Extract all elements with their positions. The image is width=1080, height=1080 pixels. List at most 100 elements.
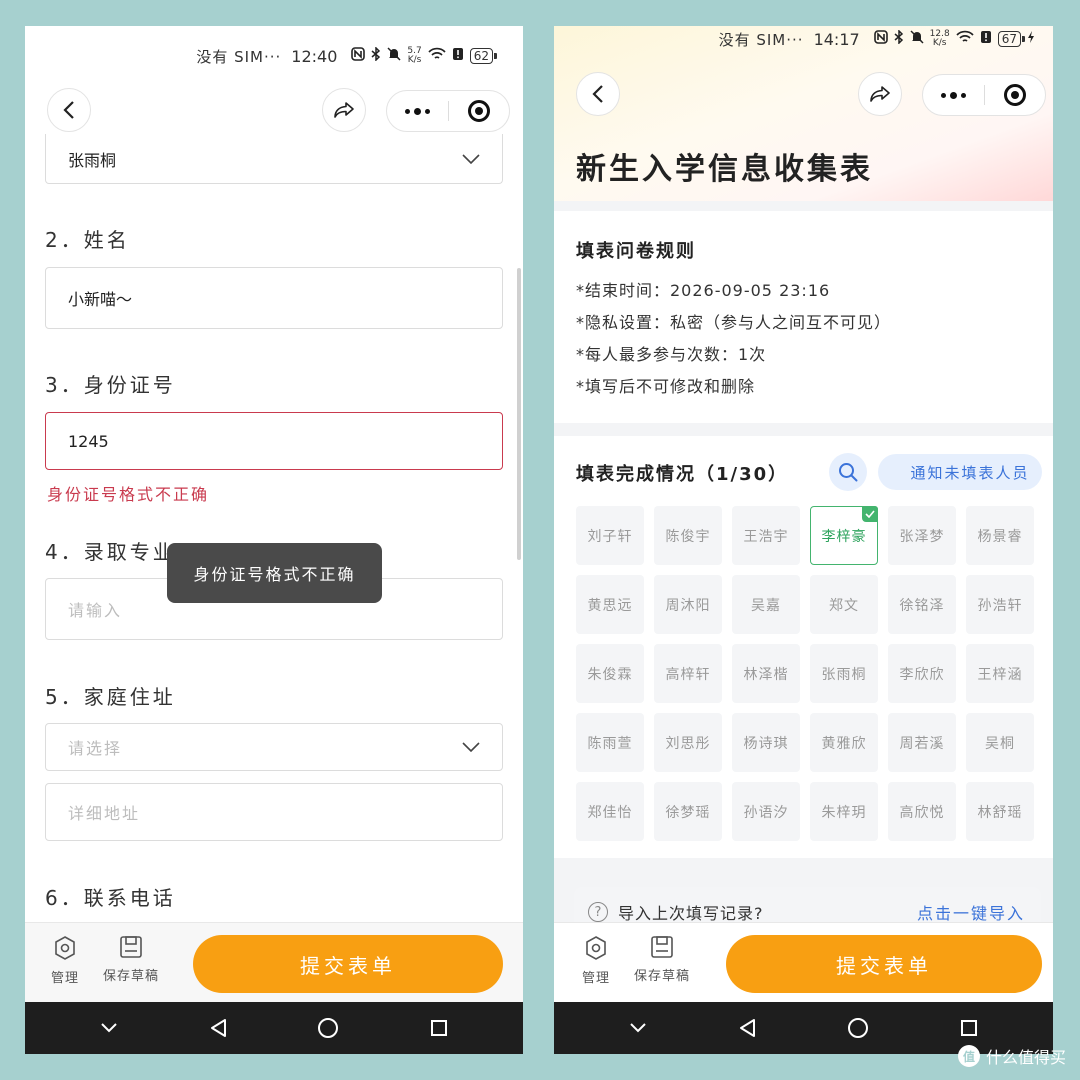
close-miniapp-button[interactable] [985, 75, 1046, 115]
mute-bell-icon [910, 30, 924, 48]
bluetooth-icon [894, 29, 904, 48]
bottom-action-bar: 管理 保存草稿 提交表单 [554, 922, 1053, 1002]
name-cell[interactable]: 朱梓玥 [810, 782, 878, 841]
alert-icon [980, 30, 992, 48]
name-cell[interactable]: 周沐阳 [654, 575, 722, 634]
name-cell[interactable]: 刘思彤 [654, 713, 722, 772]
name-cell[interactable]: 林泽楷 [732, 644, 800, 703]
rule-item: *隐私设置：私密（参与人之间互不可见） [576, 313, 892, 332]
back-triangle-icon[interactable] [209, 1018, 227, 1038]
name-cell[interactable]: 孙浩轩 [966, 575, 1034, 634]
name-cell-completed[interactable]: 李梓豪 [810, 506, 878, 565]
name-cell[interactable]: 高欣悦 [888, 782, 956, 841]
rule-item: *结束时间：2026-09-05 23:16 [576, 281, 831, 300]
submit-form-button[interactable]: 提交表单 [726, 935, 1042, 993]
charging-icon [1027, 30, 1035, 48]
close-miniapp-button[interactable] [449, 91, 510, 131]
name-cell[interactable]: 张雨桐 [810, 644, 878, 703]
status-bar: 没有 SIM··· 14:17 12.8 K/s 67 [554, 26, 1053, 52]
checkmark-icon [862, 506, 878, 522]
name-cell[interactable]: 高梓轩 [654, 644, 722, 703]
name-cell[interactable]: 王梓涵 [966, 644, 1034, 703]
net-speed: 5.7 K/s [407, 46, 422, 65]
search-button[interactable] [829, 453, 867, 491]
manage-button[interactable]: 管理 [51, 935, 79, 986]
net-speed: 12.8 K/s [929, 29, 950, 48]
id-number-input[interactable]: 1245 [45, 412, 503, 470]
name-cell[interactable]: 周若溪 [888, 713, 956, 772]
name-grid: 刘子轩 陈俊宇 王浩宇 李梓豪 张泽梦 杨景睿黄思远 周沐阳 吴嘉 郑文 徐铭泽 孙浩轩朱俊霖 高梓轩… [576, 506, 1034, 841]
clock: 14:17 [813, 29, 860, 49]
more-menu-button[interactable] [923, 75, 984, 115]
address-detail-input[interactable]: 详细地址 [45, 783, 503, 841]
submit-form-button[interactable]: 提交表单 [193, 935, 503, 993]
region-select[interactable]: 请选择 [45, 723, 503, 771]
recents-square-icon[interactable] [430, 1019, 448, 1037]
recents-square-icon[interactable] [960, 1019, 978, 1037]
name-cell[interactable]: 黄思远 [576, 575, 644, 634]
home-circle-icon[interactable] [317, 1017, 339, 1039]
id-error-message: 身份证号格式不正确 [47, 485, 210, 504]
bluetooth-icon [371, 46, 381, 65]
carrier-text: 没有 SIM··· [718, 30, 804, 49]
name-input[interactable]: 小新喵～ [45, 267, 503, 329]
id-number-value: 1245 [68, 431, 109, 451]
target-icon [467, 100, 490, 122]
rule-item: *每人最多参与次数：1次 [576, 345, 767, 364]
name-cell[interactable]: 郑文 [810, 575, 878, 634]
mute-bell-icon [387, 47, 401, 65]
wifi-icon [956, 30, 974, 48]
name-cell[interactable]: 王浩宇 [732, 506, 800, 565]
nfc-icon [351, 47, 366, 65]
scrollbar[interactable] [517, 268, 521, 560]
select-field-1[interactable]: 张雨桐 [45, 134, 503, 184]
question-major-label: 4．录取专业 [45, 540, 176, 564]
chevron-left-icon [63, 101, 74, 119]
name-cell[interactable]: 孙语汐 [732, 782, 800, 841]
completion-card: 填表完成情况（1/30） 通知未填表人员 刘子轩 陈俊宇 王浩宇 李梓豪 张泽梦 杨景睿黄… [554, 436, 1053, 858]
left-phone-screen: 没有 SIM··· 12:40 5.7 K/s 62 张雨桐 2．姓名 小新喵～… [25, 26, 523, 1054]
manage-button[interactable]: 管理 [582, 935, 610, 986]
system-nav-bar [25, 1002, 523, 1054]
name-cell[interactable]: 徐铭泽 [888, 575, 956, 634]
name-cell[interactable]: 吴桐 [966, 713, 1034, 772]
target-icon [1003, 84, 1026, 106]
share-button[interactable] [322, 88, 366, 132]
name-cell[interactable]: 杨景睿 [966, 506, 1034, 565]
name-cell[interactable]: 林舒瑶 [966, 782, 1034, 841]
name-cell[interactable]: 张泽梦 [888, 506, 956, 565]
home-circle-icon[interactable] [847, 1017, 869, 1039]
name-cell[interactable]: 郑佳怡 [576, 782, 644, 841]
question-name-label: 2．姓名 [45, 228, 130, 252]
name-cell[interactable]: 徐梦瑶 [654, 782, 722, 841]
back-triangle-icon[interactable] [738, 1018, 756, 1038]
region-placeholder: 请选择 [68, 739, 123, 758]
question-mark-icon: ? [588, 902, 608, 922]
chevron-down-nav-icon[interactable] [100, 1022, 118, 1034]
more-menu-button[interactable] [387, 91, 448, 131]
save-draft-button[interactable]: 保存草稿 [634, 935, 690, 984]
name-cell[interactable]: 吴嘉 [732, 575, 800, 634]
battery-indicator: 62 [469, 48, 498, 64]
name-cell[interactable]: 刘子轩 [576, 506, 644, 565]
name-value: 小新喵～ [68, 290, 133, 309]
back-button[interactable] [47, 88, 91, 132]
bottom-action-bar: 管理 保存草稿 提交表单 [25, 922, 523, 1002]
chevron-left-icon [592, 85, 603, 103]
name-cell[interactable]: 陈俊宇 [654, 506, 722, 565]
name-cell[interactable]: 黄雅欣 [810, 713, 878, 772]
save-icon [120, 936, 142, 958]
name-cell[interactable]: 杨诗琪 [732, 713, 800, 772]
question-address-label: 5．家庭住址 [45, 685, 176, 709]
notify-unfilled-button[interactable]: 通知未填表人员 [878, 454, 1042, 490]
carrier-text: 没有 SIM··· [196, 47, 282, 66]
chevron-down-nav-icon[interactable] [629, 1022, 647, 1034]
share-button[interactable] [858, 72, 902, 116]
back-button[interactable] [576, 72, 620, 116]
one-click-import-link[interactable]: 点击一键导入 [917, 900, 1025, 924]
save-draft-button[interactable]: 保存草稿 [103, 935, 159, 984]
name-cell[interactable]: 陈雨萱 [576, 713, 644, 772]
name-cell[interactable]: 李欣欣 [888, 644, 956, 703]
battery-indicator: 67 [997, 31, 1026, 47]
name-cell[interactable]: 朱俊霖 [576, 644, 644, 703]
